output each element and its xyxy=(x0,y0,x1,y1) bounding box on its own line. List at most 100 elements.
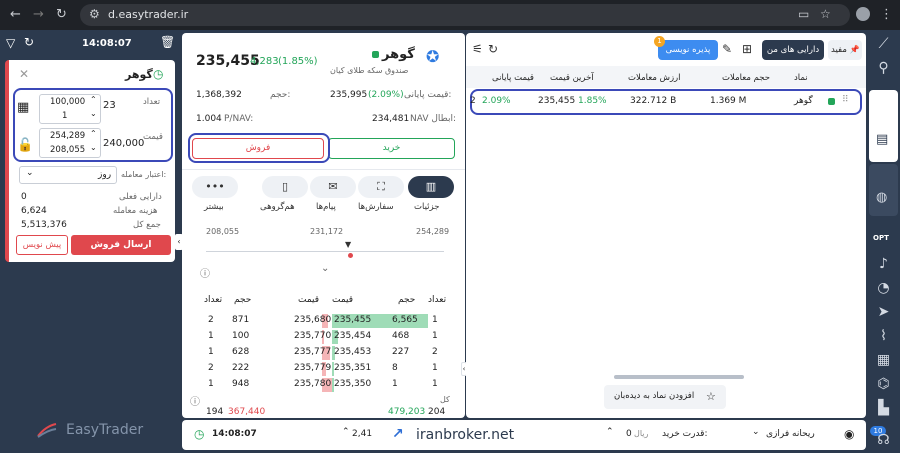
tab-accept[interactable]: پذیره نویسی xyxy=(658,40,718,60)
book-cell-sv: 948 xyxy=(232,379,250,389)
tab-messages-icon[interactable]: ✉ xyxy=(310,176,356,198)
row-last-price: 235,455 xyxy=(538,96,576,106)
book-cell-sv: 628 xyxy=(232,347,250,357)
refresh-icon[interactable]: ↻ xyxy=(488,42,498,56)
col-symbol[interactable]: نماد xyxy=(794,73,808,83)
asset-value: 0 xyxy=(21,192,27,202)
tab-more-icon[interactable]: ••• xyxy=(192,176,238,198)
tab-group[interactable]: هم‌گروهی xyxy=(260,202,295,212)
book-cell-bv: 1 xyxy=(392,379,398,389)
buy-power-chevron-icon[interactable]: ⌃ xyxy=(606,427,614,437)
col-volume[interactable]: حجم معاملات xyxy=(722,73,770,83)
book-header-buy-price: قیمت xyxy=(332,295,354,305)
close-icon[interactable]: ✕ xyxy=(19,67,29,81)
pnav-value: 1.004 xyxy=(196,114,222,124)
back-icon[interactable]: ← xyxy=(10,7,21,22)
watchlist-panel: مفید 📌 دارایی های من ⊞ ✎ پذیره نویسی 1 ↻… xyxy=(466,33,866,418)
tab-orders-icon[interactable]: ⛶ xyxy=(358,176,404,198)
index-chevron-icon[interactable]: ⌃ xyxy=(342,427,350,437)
chevron-down-icon[interactable]: ⌄ xyxy=(321,263,329,274)
menu-kebab-icon[interactable]: ⋮ xyxy=(880,7,893,22)
delete-icon[interactable]: 🗑 xyxy=(160,35,175,49)
book-cell-bp: 235,454 xyxy=(334,331,372,341)
book-cell-bc: 1 xyxy=(432,331,438,341)
add-watch-button[interactable]: ☆ افزودن نماد به دیده‌بان xyxy=(604,385,726,409)
total-value: 5,513,376 xyxy=(21,220,67,230)
calculator-icon[interactable]: ▦ xyxy=(17,100,29,115)
qty-input[interactable]: 23 xyxy=(101,100,161,118)
col-last-price[interactable]: آخرین قیمت xyxy=(550,73,594,83)
validity-select[interactable]: ⌄ روز xyxy=(19,166,117,184)
add-list-icon[interactable]: ⊞ xyxy=(742,42,752,56)
book-info-icon[interactable]: ⓘ xyxy=(190,393,200,408)
price-input[interactable]: 240,000 xyxy=(101,138,161,156)
chart-icon[interactable]: ⌇ xyxy=(873,326,894,347)
tab-group-icon[interactable]: ▯ xyxy=(262,176,308,198)
history-icon[interactable]: ◔ xyxy=(873,278,894,299)
submit-sell-button[interactable]: ارسال فروش xyxy=(71,235,171,255)
volume-label: حجم: xyxy=(270,90,291,100)
asset-label: دارایی فعلی xyxy=(119,192,162,202)
draft-button[interactable]: پیش نویس xyxy=(16,235,68,255)
edit-icon[interactable]: ✎ xyxy=(722,42,732,56)
sidebar-tab-portfolio[interactable]: ◍ xyxy=(869,164,898,216)
book-cell-bp: 235,453 xyxy=(334,347,372,357)
user-chevron-icon[interactable]: ⌄ xyxy=(752,427,760,437)
price-down-icon[interactable]: ⌄ xyxy=(90,143,97,152)
user-name[interactable]: ریحانه فرازی xyxy=(766,429,815,439)
settings-list-icon[interactable]: ⚟ xyxy=(472,42,483,56)
search-icon[interactable]: ⚲ xyxy=(873,58,894,79)
user-icon[interactable]: ◉ xyxy=(844,427,854,441)
cast-icon[interactable]: ▭ xyxy=(798,7,809,21)
col-close[interactable]: قیمت پایانی xyxy=(492,73,534,83)
forward-icon[interactable]: → xyxy=(33,7,44,22)
volume-value: 1,368,392 xyxy=(196,90,242,100)
analysis-icon[interactable]: ⌬ xyxy=(873,374,894,395)
site-info-icon[interactable]: ⚙ xyxy=(89,7,100,21)
book-cell-sc: 2 xyxy=(208,363,214,373)
qty-down-icon[interactable]: ⌄ xyxy=(90,109,97,118)
stats-icon[interactable]: ▙ xyxy=(873,398,894,419)
tab-details-icon[interactable]: ▥ xyxy=(408,176,454,198)
tab-orders[interactable]: سفارش‌ها xyxy=(358,202,394,212)
col-close-wrap: قیمت پایانی xyxy=(474,69,534,85)
filter-icon[interactable]: ▽ xyxy=(6,36,15,50)
horizontal-scrollbar[interactable] xyxy=(614,375,744,379)
support-icon[interactable]: ☊ xyxy=(873,430,894,451)
tab-more[interactable]: بیشتر xyxy=(204,202,224,212)
table-row[interactable]: 1 948 235,780 235,350 1 1 xyxy=(200,377,452,393)
unlock-icon[interactable]: 🔓 xyxy=(17,138,33,153)
price-up-icon[interactable]: ⌃ xyxy=(90,129,97,138)
table-row[interactable]: 2 222 235,779 235,351 8 1 xyxy=(200,361,452,377)
drag-handle-icon[interactable]: ⠿ xyxy=(842,95,849,105)
range-mid: 231,172 xyxy=(310,227,344,236)
buy-button[interactable]: خرید xyxy=(328,138,455,159)
index-value: 2,41 xyxy=(352,429,373,439)
tab-my-assets[interactable]: دارایی های من xyxy=(762,40,824,60)
tab-messages[interactable]: پیام‌ها xyxy=(316,202,336,212)
opt-label[interactable]: OPT xyxy=(873,234,889,242)
book-cell-bv: 6,565 xyxy=(392,315,418,325)
sell-button[interactable]: فروش xyxy=(192,138,324,159)
tab-useful-label: مفید xyxy=(831,45,847,55)
reload-icon[interactable]: ↻ xyxy=(56,7,67,22)
profile-avatar[interactable] xyxy=(856,7,870,21)
qty-up-icon[interactable]: ⌃ xyxy=(90,95,97,104)
tab-details[interactable]: جزئیات xyxy=(414,202,439,212)
info-icon[interactable]: ⓘ xyxy=(200,265,210,280)
bookmark-star-icon[interactable]: ☆ xyxy=(820,7,831,21)
book-header-buy-count: تعداد xyxy=(428,295,447,305)
table-row[interactable]: 2 871 235,680 235,455 6,565 1 xyxy=(200,313,452,329)
table-row[interactable]: ⠿ گوهر 1.369 M 322.712 B 235,455 1.85% 2… xyxy=(470,91,860,113)
apps-icon[interactable]: ▦ xyxy=(873,350,894,371)
refresh-icon[interactable]: ↻ xyxy=(24,35,34,49)
sidebar-tab-watch[interactable]: ▤ xyxy=(869,90,898,162)
col-value[interactable]: ارزش معاملات xyxy=(628,73,681,83)
address-bar[interactable]: ⚙ d.easytrader.ir ▭ ☆ xyxy=(80,4,850,26)
send-icon[interactable]: ➤ xyxy=(873,302,894,323)
table-row[interactable]: 1 100 235,770 235,454 468 1 xyxy=(200,329,452,345)
tab-useful[interactable]: مفید 📌 xyxy=(828,40,862,60)
row-status-dot xyxy=(828,98,835,105)
table-row[interactable]: 1 628 235,777 235,453 227 2 xyxy=(200,345,452,361)
bell-icon[interactable]: ♪ xyxy=(873,254,894,275)
